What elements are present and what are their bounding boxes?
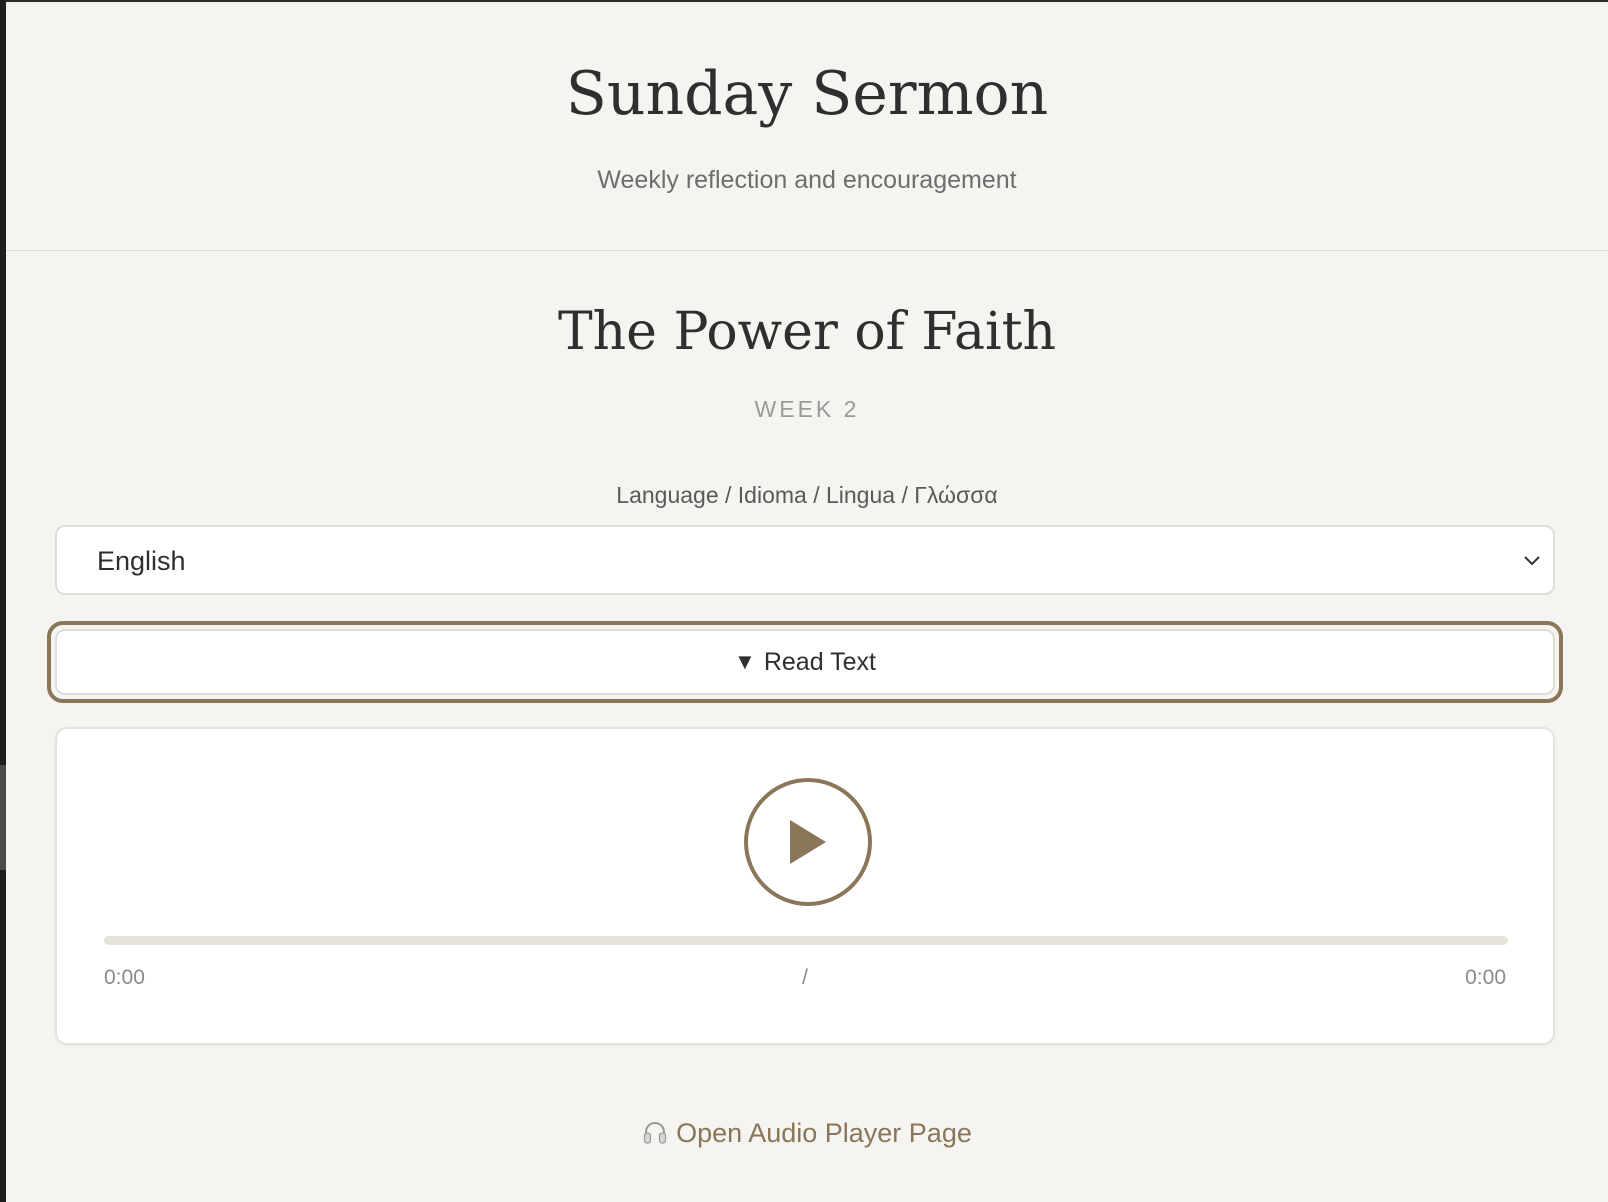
week-label: WEEK 2 (754, 396, 860, 422)
language-select[interactable]: English (55, 525, 1555, 595)
open-audio-player-link[interactable]: Open Audio Player Page (6, 1119, 1608, 1147)
site-subtitle: Weekly reflection and encouragement (597, 166, 1017, 194)
read-text-button-inner: ▼ Read Text (55, 629, 1555, 695)
site-title: Sunday Sermon (565, 59, 1049, 129)
progress-bar[interactable] (104, 936, 1508, 945)
read-text-button[interactable]: ▼ Read Text (47, 621, 1563, 703)
expand-triangle-icon: ▼ (734, 649, 756, 674)
chevron-down-icon (1524, 556, 1540, 566)
site-header: Sunday Sermon Weekly reflection and enco… (6, 2, 1608, 251)
language-select-value: English (97, 546, 186, 576)
time-separator: / (802, 966, 808, 989)
language-label: Language / Idioma / Lingua / Γλώσσα (616, 482, 998, 508)
total-time: 0:00 (1465, 966, 1506, 989)
play-button[interactable] (744, 778, 872, 906)
page: Sunday Sermon Weekly reflection and enco… (6, 2, 1608, 1202)
read-text-label: Read Text (763, 647, 876, 676)
sermon-title: The Power of Faith (558, 302, 1056, 362)
play-icon (790, 820, 826, 864)
open-audio-player-label: Open Audio Player Page (676, 1118, 972, 1148)
headphones-icon (644, 1122, 667, 1144)
audio-player: 0:00 / 0:00 (55, 727, 1555, 1045)
